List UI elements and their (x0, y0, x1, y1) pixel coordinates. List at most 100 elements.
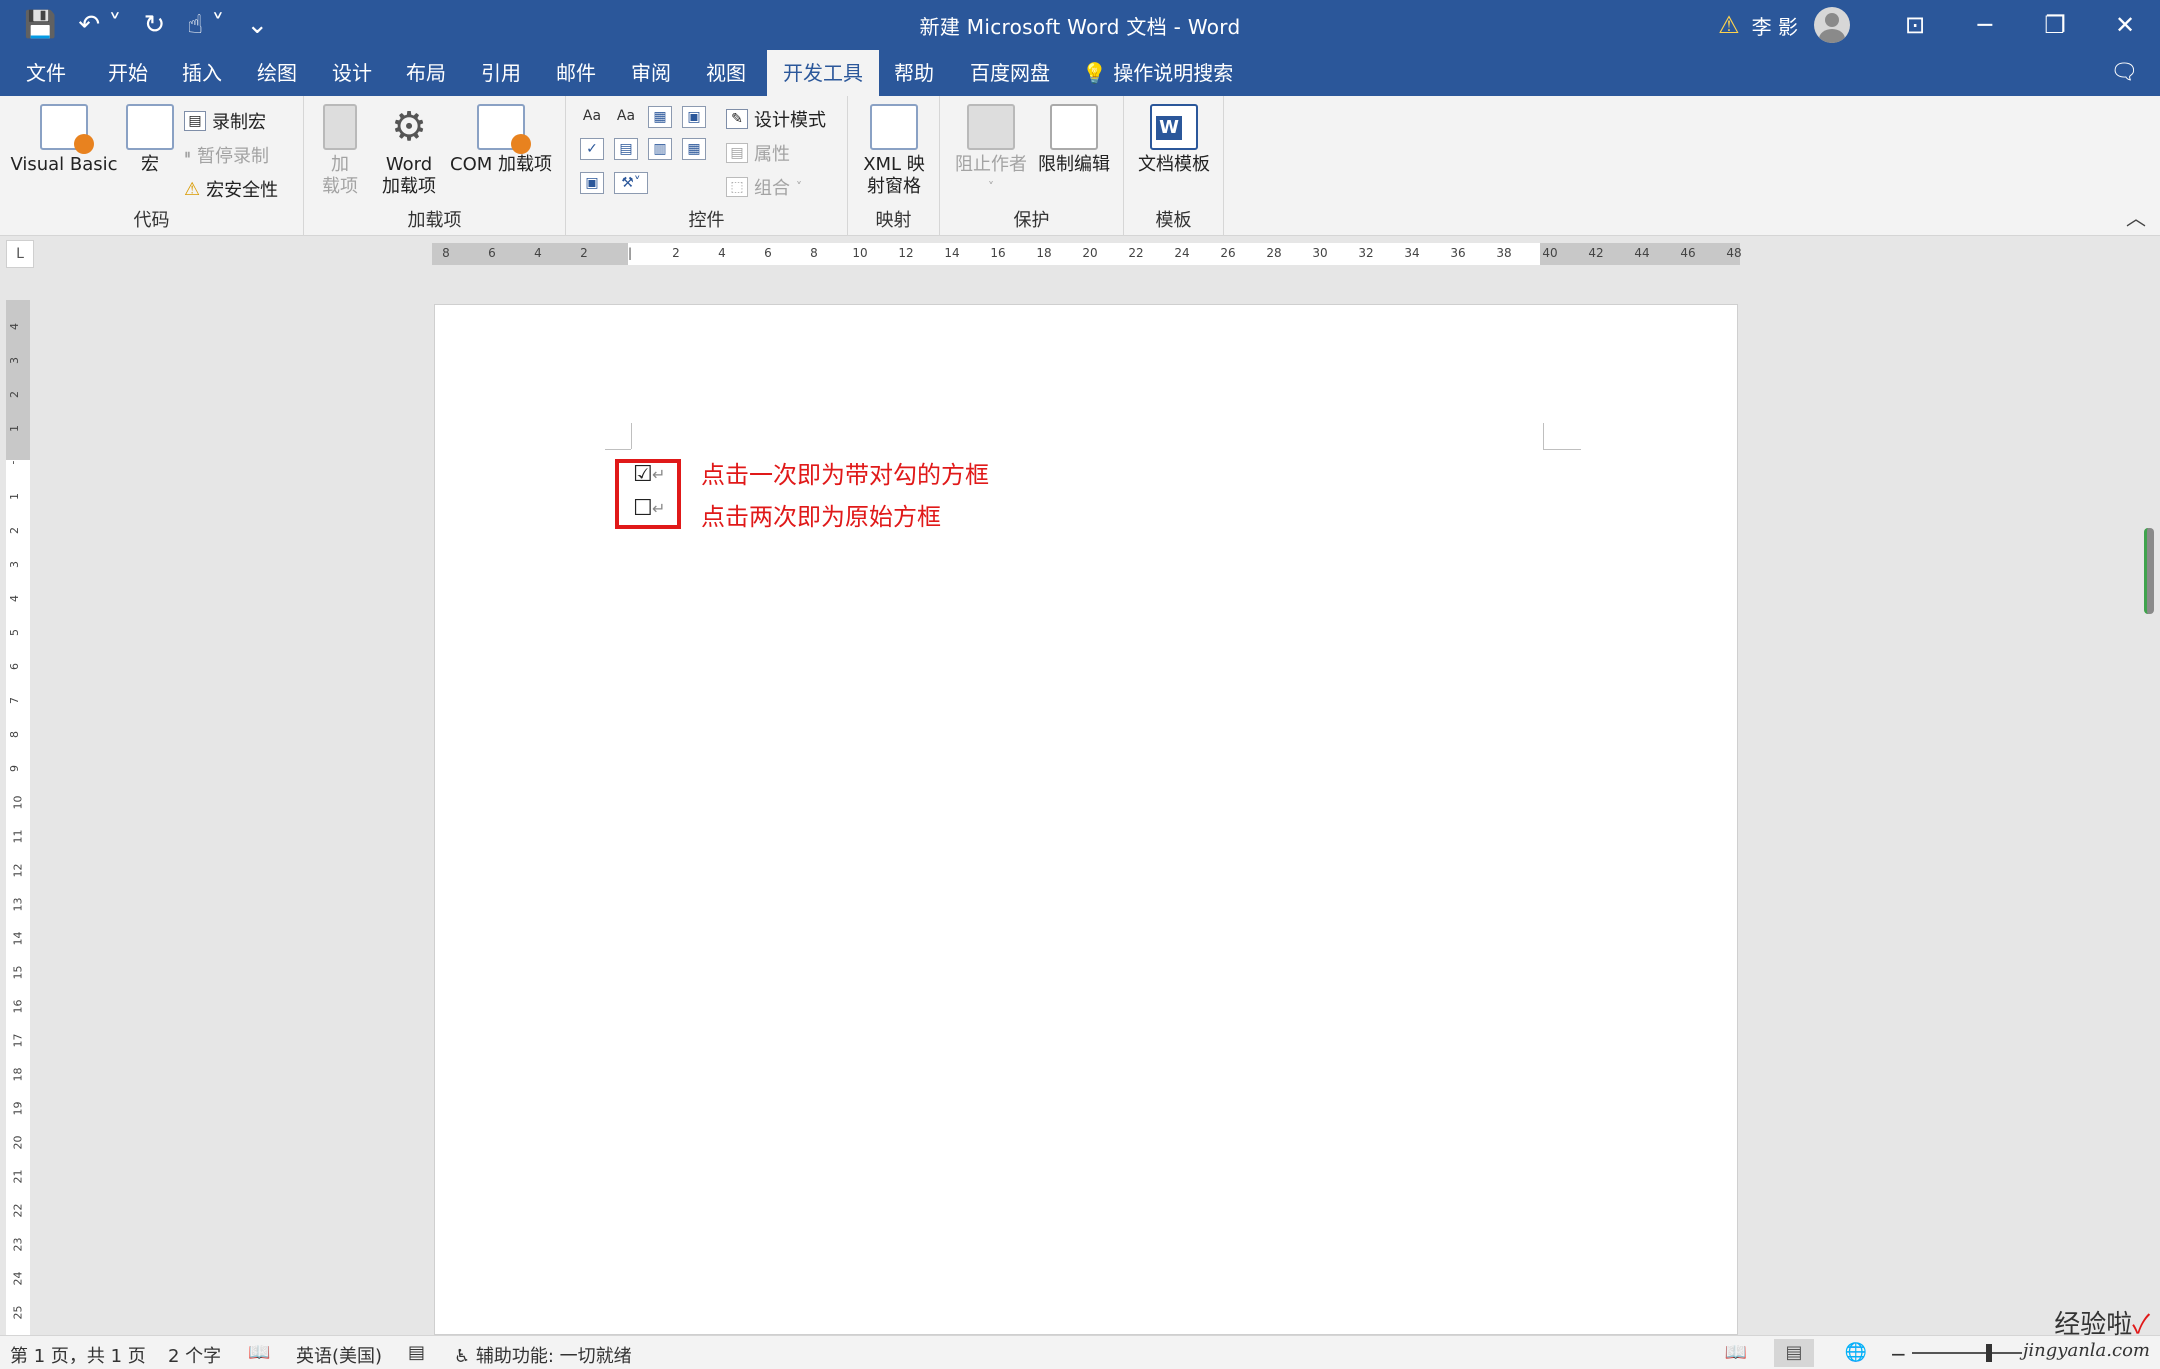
zoom-slider-thumb[interactable] (1986, 1344, 1992, 1362)
tab-draw[interactable]: 绘图 (241, 50, 313, 96)
ruler-tick-label: 6 (488, 246, 496, 260)
comments-icon[interactable]: 🗨 (2110, 60, 2138, 85)
lock-document-icon (1050, 104, 1098, 150)
user-name[interactable]: 李 影 (1752, 11, 1798, 40)
tab-developer[interactable]: 开发工具 (767, 50, 879, 96)
group-label-controls: 控件 (688, 210, 725, 231)
tab-layout[interactable]: 布局 (390, 50, 462, 96)
ruler-tick-label: 12 (11, 863, 25, 878)
document-template-button[interactable]: 文档模板 (1134, 104, 1214, 176)
tab-selector-icon[interactable]: L (6, 240, 34, 268)
ruler-tick-label: 15 (11, 965, 25, 980)
proofing-icon[interactable]: 📖 (248, 1342, 270, 1363)
word-addins-label-line2: 加载项 (382, 176, 436, 197)
zoom-slider[interactable] (1912, 1352, 2022, 1354)
page-count[interactable]: 第 1 页，共 1 页 (10, 1342, 146, 1368)
language[interactable]: 英语(美国) (296, 1342, 382, 1368)
status-bar: 第 1 页，共 1 页 2 个字 📖 英语(美国) ▤ ♿ 辅助功能: 一切就绪… (0, 1335, 2160, 1369)
minimize-icon[interactable]: ─ (1950, 0, 2020, 50)
pause-recording-button[interactable]: ⏸ 暂停录制 (184, 142, 269, 168)
tab-home[interactable]: 开始 (92, 50, 164, 96)
macro-security-label: 宏安全性 (206, 180, 279, 201)
group-templates: 文档模板 模板 (1124, 96, 1224, 236)
avatar[interactable] (1814, 7, 1850, 43)
ruler-tick-label: 16 (11, 999, 25, 1014)
ruler-tick-label: 20 (1082, 246, 1098, 260)
ruler-tick-label: 11 (11, 829, 25, 844)
checkbox-control-icon[interactable]: ✓ (580, 138, 604, 160)
tab-design[interactable]: 设计 (316, 50, 388, 96)
collapse-ribbon-icon[interactable]: ︿ (2126, 202, 2146, 231)
print-layout-icon[interactable]: ▤ (1774, 1339, 1814, 1367)
word-count[interactable]: 2 个字 (168, 1342, 221, 1368)
ribbon-display-options-icon[interactable]: ⊡ (1880, 0, 1950, 50)
com-addins-label: COM 加载项 (450, 154, 552, 175)
macros-button[interactable]: 宏 (122, 104, 178, 176)
ruler-tick-label: 7 (8, 697, 21, 704)
document-page[interactable]: ☑ ↵ ☐ ↵ 点击一次即为带对勾的方框 点击两次即为原始方框 (434, 304, 1738, 1335)
block-authors-button[interactable]: 阻止作者 ˅ (954, 104, 1028, 198)
group-label-templates: 模板 (1155, 210, 1192, 231)
restrict-editing-button[interactable]: 限制编辑 (1032, 104, 1116, 176)
record-macro-button[interactable]: ▤ 录制宏 (184, 108, 266, 134)
building-block-control-icon[interactable]: ▣ (682, 106, 706, 128)
ruler-tick-label: 8 (442, 246, 450, 260)
tab-references[interactable]: 引用 (465, 50, 537, 96)
ruler-tick-label: 48 (1726, 246, 1742, 260)
addins-button[interactable]: 加 载项 (318, 104, 362, 198)
legacy-tools-icon[interactable]: ⚒˅ (614, 172, 648, 194)
ruler-tick-label: 21 (11, 1169, 25, 1184)
xml-mapping-pane-button[interactable]: XML 映 射窗格 (854, 104, 934, 198)
dropdown-list-control-icon[interactable]: ▥ (648, 138, 672, 160)
tell-me-label: 操作说明搜索 (1113, 61, 1234, 85)
read-mode-icon[interactable]: 📖 (1716, 1339, 1756, 1367)
tab-review[interactable]: 审阅 (615, 50, 687, 96)
ruler-tick-label: 1 (8, 425, 21, 432)
plain-text-control-icon[interactable]: Aa (614, 106, 638, 128)
vertical-scrollbar[interactable] (2144, 528, 2154, 614)
crop-mark-top-right-h (1543, 449, 1581, 450)
ruler-tick-label: 3 (8, 561, 21, 568)
visual-basic-button[interactable]: Visual Basic (10, 104, 118, 176)
group-button[interactable]: ⬚ 组合 ˅ (726, 174, 802, 200)
design-mode-button[interactable]: ✎ 设计模式 (726, 106, 826, 132)
macro-security-button[interactable]: ⚠ 宏安全性 (184, 176, 278, 202)
ruler-tick-label: 10 (852, 246, 868, 260)
ruler-tick-label: 10 (11, 795, 25, 810)
vertical-ruler[interactable]: 4 3 2 1-1 2 3 4 5 6 7 8 9 10 11 12 13 14 15 16 17 18 19 20 21 22… (6, 300, 30, 1335)
repeating-section-control-icon[interactable]: ▣ (580, 172, 604, 194)
close-icon[interactable]: ✕ (2090, 0, 2160, 50)
com-addins-button[interactable]: COM 加载项 (444, 104, 558, 176)
rich-text-control-icon[interactable]: Aa (580, 106, 604, 128)
picture-control-icon[interactable]: ▦ (648, 106, 672, 128)
ruler-tick-label: 8 (810, 246, 818, 260)
tab-mailings[interactable]: 邮件 (540, 50, 612, 96)
ruler-tick-label: 2 (8, 527, 21, 534)
combo-box-control-icon[interactable]: ▤ (614, 138, 638, 160)
ruler-tick-label: 4 (8, 595, 21, 602)
crop-mark-top-left-h (605, 449, 631, 450)
ruler-tick-label: 30 (1312, 246, 1328, 260)
zoom-out-icon[interactable]: − (1890, 1342, 1907, 1366)
tab-help[interactable]: 帮助 (878, 50, 950, 96)
ruler-tick-label: 24 (11, 1271, 25, 1286)
properties-button[interactable]: ▤ 属性 (726, 140, 790, 166)
word-addins-button[interactable]: ⚙ Word 加载项 (378, 104, 440, 198)
horizontal-ruler[interactable]: 8 6 4 2 | 2 4 6 8 10 12 14 16 18 20 22 24 26 28 30 32 34 36 38 4… (432, 243, 1742, 265)
ruler-tick-label: 12 (898, 246, 914, 260)
title-bar: 💾 ↶ ˅ ↻ ☝ ˅ ⌄ 新建 Microsoft Word 文档 - Wor… (0, 0, 2160, 50)
web-layout-icon[interactable]: 🌐 (1836, 1339, 1876, 1367)
tab-insert[interactable]: 插入 (166, 50, 238, 96)
macro-recording-icon[interactable]: ▤ (408, 1342, 425, 1363)
restore-icon[interactable]: ❐ (2020, 0, 2090, 50)
tab-file[interactable]: 文件 (10, 50, 82, 96)
accessibility-status[interactable]: ♿ 辅助功能: 一切就绪 (454, 1342, 632, 1368)
xml-mapping-label-line2: 射窗格 (867, 176, 921, 197)
tell-me-search[interactable]: 💡 操作说明搜索 (1082, 50, 1233, 96)
accessibility-icon: ♿ (454, 1346, 471, 1367)
warning-icon[interactable]: ⚠ (1718, 11, 1740, 39)
ruler-tick-label: 2 (8, 391, 21, 398)
tab-baidu-netdisk[interactable]: 百度网盘 (954, 50, 1066, 96)
tab-view[interactable]: 视图 (690, 50, 762, 96)
date-picker-control-icon[interactable]: ▦ (682, 138, 706, 160)
